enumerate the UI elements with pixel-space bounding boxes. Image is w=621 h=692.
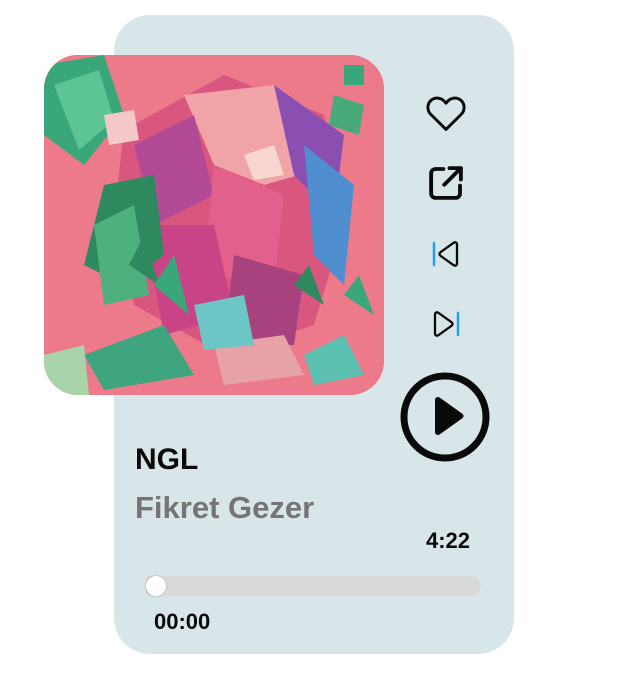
play-button[interactable]: [399, 371, 491, 468]
external-link-icon: [425, 162, 467, 209]
progress-bar[interactable]: [146, 576, 481, 596]
play-icon: [399, 371, 491, 468]
previous-button[interactable]: [426, 236, 466, 276]
song-title: NGL: [135, 443, 199, 476]
album-cover: [44, 55, 384, 395]
next-button[interactable]: [426, 306, 466, 346]
progress-handle[interactable]: [146, 576, 167, 596]
like-button[interactable]: [424, 93, 468, 137]
total-duration: 4:22: [426, 528, 471, 553]
skip-back-icon: [428, 238, 464, 275]
artist-name: Fikret Gezer: [135, 490, 315, 525]
current-time: 00:00: [154, 609, 211, 634]
skip-forward-icon: [428, 308, 464, 345]
heart-icon: [425, 94, 467, 137]
share-button[interactable]: [424, 163, 468, 207]
